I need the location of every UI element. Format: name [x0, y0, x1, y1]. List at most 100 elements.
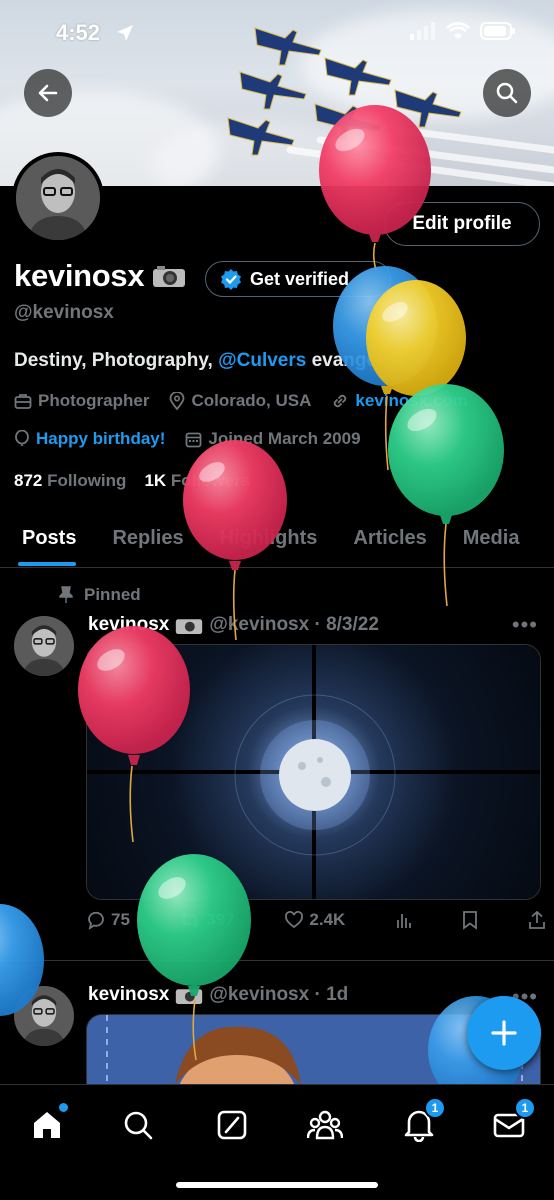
post-divider	[0, 960, 554, 961]
bio-text: Destiny, Photography,	[14, 350, 219, 371]
location-text: Colorado, USA	[191, 391, 312, 410]
share-button[interactable]	[528, 910, 546, 930]
website-item[interactable]: kevinosx.com	[331, 391, 468, 411]
notifications-badge: 1	[424, 1097, 446, 1119]
profile-avatar[interactable]	[12, 152, 104, 244]
nav-home[interactable]	[24, 1103, 70, 1147]
profession-text: Photographer	[38, 391, 150, 410]
home-indicator	[176, 1182, 378, 1188]
home-icon	[34, 1112, 60, 1138]
post-author[interactable]: kevinosx	[88, 984, 169, 1006]
post-avatar[interactable]	[14, 616, 74, 676]
tab-articles[interactable]: Articles	[335, 510, 444, 566]
birthday-item: Happy birthday!	[14, 429, 165, 449]
followers-label: Followers	[170, 471, 251, 490]
tab-media[interactable]: Media	[445, 510, 538, 566]
profession-item: Photographer	[14, 391, 149, 411]
profile-meta-row-2: Happy birthday! Joined March 2009	[14, 429, 361, 449]
get-verified-label: Get verified	[250, 268, 350, 289]
post-handle-date: @kevinosx · 8/3/22	[209, 614, 379, 635]
moon-image	[234, 694, 396, 856]
bio-mention-link[interactable]: @Culvers	[218, 350, 306, 371]
location-item: Colorado, USA	[169, 391, 311, 411]
camera-emoji-icon	[176, 989, 203, 1005]
post-avatar-photo	[14, 616, 74, 676]
tab-posts[interactable]: Posts	[0, 510, 94, 566]
nav-notifications[interactable]: 1	[396, 1097, 446, 1147]
home-unread-dot	[59, 1103, 68, 1112]
tab-highlights[interactable]: Highlights	[202, 510, 336, 566]
like-count: 2.4K	[309, 910, 346, 929]
reply-button[interactable]: 75	[86, 910, 130, 930]
following-link[interactable]: 872 Following	[14, 471, 126, 491]
camera-emoji-icon	[176, 619, 203, 635]
birthday-text: Happy birthday!	[36, 429, 166, 448]
status-icons	[410, 22, 516, 40]
wifi-icon	[446, 22, 470, 39]
followers-link[interactable]: 1K Followers	[144, 471, 250, 491]
grok-icon	[217, 1110, 247, 1140]
post-actions: 75 397 2.4K	[86, 910, 546, 930]
display-name: kevinosx	[14, 258, 145, 293]
post-author[interactable]: kevinosx	[88, 614, 169, 636]
search-icon	[124, 1111, 153, 1140]
back-arrow-icon	[38, 84, 58, 102]
status-time: 4:52	[56, 20, 101, 45]
balloon	[366, 280, 466, 396]
post-header: kevinosx @kevinosx · 8/3/22	[88, 614, 379, 636]
pin-icon	[59, 586, 73, 603]
bio-text-end: evangelist.	[306, 350, 410, 371]
nav-grok[interactable]	[209, 1103, 255, 1147]
messages-badge: 1	[514, 1097, 536, 1119]
repost-count: 397	[206, 910, 235, 929]
search-button[interactable]	[483, 69, 531, 117]
repost-button[interactable]: 397	[179, 910, 235, 930]
battery-icon	[480, 22, 515, 40]
post-handle-date: @kevinosx · 1d	[209, 984, 349, 1005]
bookmark-icon	[463, 911, 478, 930]
pinned-indicator: Pinned	[58, 585, 141, 605]
reply-count: 75	[111, 910, 130, 929]
briefcase-icon	[14, 394, 32, 409]
website-link[interactable]: kevinosx.com	[355, 391, 467, 411]
following-count: 872	[14, 471, 43, 490]
avatar-photo	[16, 156, 100, 240]
follow-stats: 872 Following 1K Followers	[14, 471, 250, 491]
camera-emoji-icon	[153, 266, 186, 287]
profile-bio: Destiny, Photography, @Culvers evangelis…	[14, 350, 410, 372]
post-avatar[interactable]	[14, 986, 74, 1046]
nav-messages[interactable]: 1	[486, 1097, 536, 1147]
following-label: Following	[47, 471, 127, 490]
status-bar: 4:52	[0, 0, 554, 66]
views-icon	[396, 914, 411, 928]
pinned-label: Pinned	[84, 585, 141, 604]
profile-tabs: Posts Replies Highlights Articles Media	[0, 510, 554, 568]
location-arrow-icon	[117, 25, 133, 41]
signal-icon	[410, 22, 435, 40]
reply-icon	[88, 911, 104, 930]
search-icon	[496, 82, 518, 104]
nav-search[interactable]	[115, 1103, 161, 1147]
joined-item: Joined March 2009	[185, 429, 361, 449]
repost-icon	[180, 911, 201, 929]
get-verified-button[interactable]: Get verified	[205, 261, 391, 297]
joined-text: Joined March 2009	[208, 429, 361, 448]
calendar-icon	[186, 432, 202, 447]
profile-meta-row: Photographer Colorado, USA kevinosx.com	[14, 391, 468, 411]
back-button[interactable]	[24, 69, 72, 117]
compose-button[interactable]	[467, 996, 541, 1070]
plus-icon	[491, 1020, 517, 1046]
nav-communities[interactable]	[302, 1103, 348, 1147]
bookmark-button[interactable]	[462, 910, 478, 930]
share-icon	[529, 910, 545, 929]
followers-count: 1K	[144, 471, 167, 490]
balloon-icon	[15, 430, 29, 446]
views-button[interactable]	[395, 911, 413, 929]
post-more-icon[interactable]: •••	[512, 612, 538, 638]
like-icon	[285, 911, 304, 929]
tab-replies[interactable]: Replies	[94, 510, 201, 566]
location-pin-icon	[170, 392, 185, 410]
edit-profile-button[interactable]: Edit profile	[384, 202, 540, 246]
profile-handle: @kevinosx	[14, 302, 114, 323]
like-button[interactable]: 2.4K	[284, 910, 345, 930]
